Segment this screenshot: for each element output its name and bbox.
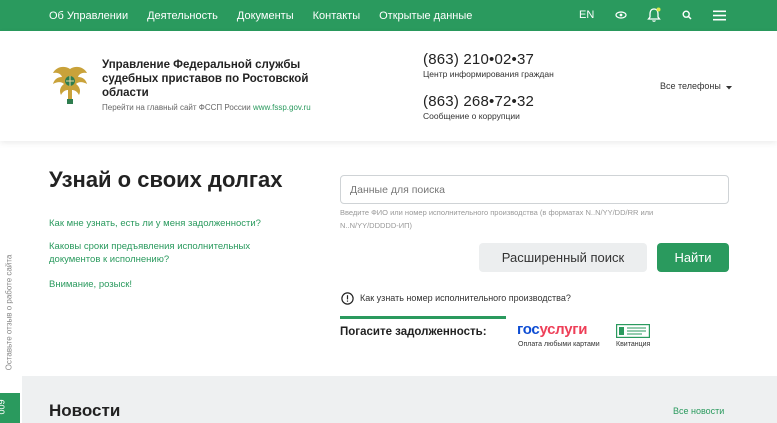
phone-corruption[interactable]: (863) 268•72•32 <box>423 93 534 110</box>
bell-icon[interactable] <box>645 6 663 24</box>
main-nav: Об Управлении Деятельность Документы Кон… <box>49 0 491 31</box>
gosuslugi-caption: Оплата любыми картами <box>518 341 600 348</box>
gosuslugi-logo[interactable]: госуслуги <box>517 321 587 338</box>
top-nav-bar: Об Управлении Деятельность Документы Кон… <box>0 0 777 31</box>
accessibility-eye-icon[interactable] <box>612 6 630 24</box>
fssp-emblem-logo[interactable] <box>50 63 90 107</box>
page-title: Узнай о своих долгах <box>49 167 283 192</box>
nav-item-open-data[interactable]: Открытые данные <box>379 10 472 22</box>
pay-debt-label: Погасите задолженность: <box>340 326 487 338</box>
caret-down-icon <box>726 82 733 92</box>
all-news-link[interactable]: Все новости <box>673 406 724 416</box>
nav-item-contacts[interactable]: Контакты <box>313 10 361 22</box>
side-counter-value: 009 <box>0 399 7 415</box>
advanced-search-button[interactable]: Расширенный поиск <box>479 243 647 272</box>
main-site-link-prefix: Перейти на главный сайт ФССП России <box>102 103 251 112</box>
search-icon[interactable] <box>678 6 696 24</box>
search-hint: Введите ФИО или номер исполнительного пр… <box>340 208 654 230</box>
faq-link-deadlines[interactable]: Каковы сроки предъявления исполнительных… <box>49 240 259 266</box>
receipt-icon[interactable] <box>616 324 650 339</box>
news-title: Новости <box>49 401 121 420</box>
phone-corruption-caption: Сообщение о коррупции <box>423 111 520 121</box>
how-to-find-number-link[interactable]: Как узнать номер исполнительного произво… <box>360 293 571 303</box>
org-name[interactable]: Управление Федеральной службы судебных п… <box>102 58 312 100</box>
menu-icon[interactable] <box>710 6 728 24</box>
faq-link-debts[interactable]: Как мне узнать, есть ли у меня задолженн… <box>49 217 261 230</box>
all-phones-label: Все телефоны <box>660 81 721 91</box>
phone-info-center[interactable]: (863) 210•02•37 <box>423 51 534 68</box>
feedback-side-tab[interactable]: Оставьте отзыв о работе сайта <box>2 250 16 380</box>
wanted-link[interactable]: Внимание, розыск! <box>49 278 132 291</box>
nav-item-documents[interactable]: Документы <box>237 10 294 22</box>
gosuslugi-logo-part1: гос <box>517 321 540 338</box>
main-site-link-url[interactable]: www.fssp.gov.ru <box>253 103 311 112</box>
main-site-link[interactable]: Перейти на главный сайт ФССП России www.… <box>102 103 311 112</box>
phone-info-center-caption: Центр информирования граждан <box>423 69 554 79</box>
receipt-caption: Квитанция <box>616 341 651 348</box>
news-section <box>22 376 777 423</box>
search-input[interactable] <box>340 175 729 204</box>
feedback-side-label: Оставьте отзыв о работе сайта <box>4 254 14 371</box>
all-phones-dropdown[interactable]: Все телефоны <box>660 81 733 92</box>
info-circle-icon <box>341 292 354 305</box>
nav-item-about[interactable]: Об Управлении <box>49 10 128 22</box>
side-counter-badge: 009 <box>0 393 20 423</box>
nav-item-activity[interactable]: Деятельность <box>147 10 218 22</box>
find-button[interactable]: Найти <box>657 243 729 272</box>
site-header: Управление Федеральной службы судебных п… <box>0 31 777 141</box>
pay-accent-line <box>340 316 506 319</box>
gosuslugi-logo-part2: услуги <box>539 321 588 338</box>
language-switch[interactable]: EN <box>579 9 594 21</box>
